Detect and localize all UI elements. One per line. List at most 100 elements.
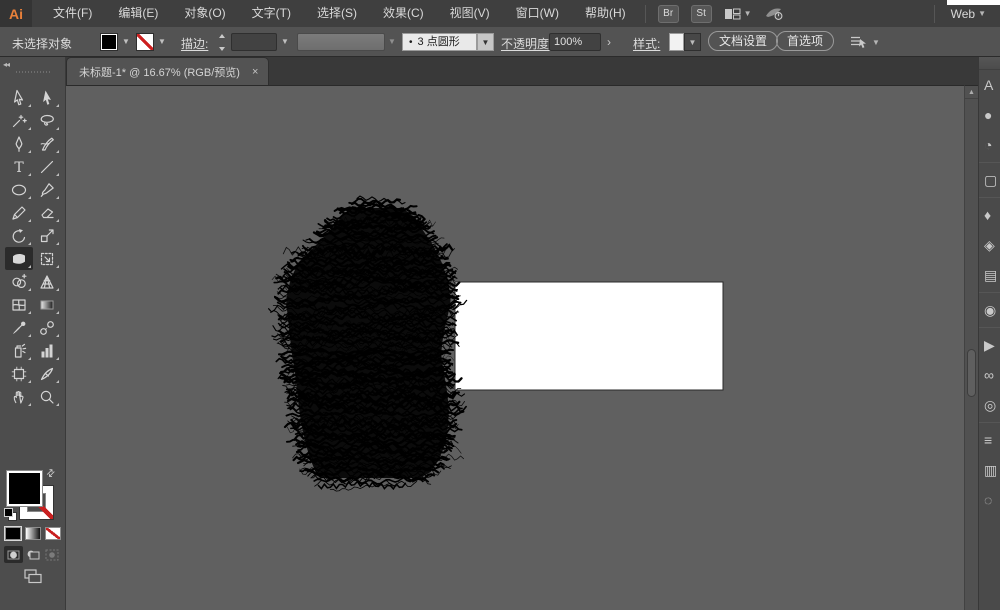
rectangle-object[interactable] bbox=[454, 281, 724, 391]
color-panel-icon[interactable]: ● bbox=[979, 100, 1000, 130]
selection-tool[interactable] bbox=[5, 86, 33, 109]
menu-item-5[interactable]: 选择(S) bbox=[304, 0, 370, 27]
none-button[interactable] bbox=[45, 527, 61, 540]
vertical-scrollbar[interactable]: ▲ bbox=[964, 85, 978, 610]
cloud-panel-icon[interactable]: ◌ bbox=[979, 485, 1000, 515]
width-tool[interactable] bbox=[5, 247, 33, 270]
stroke-color-swatch[interactable] bbox=[136, 33, 154, 51]
symbol-sprayer-tool[interactable] bbox=[5, 339, 33, 362]
menu-item-7[interactable]: 视图(V) bbox=[437, 0, 503, 27]
artboards-panel-icon[interactable]: ▢ bbox=[979, 165, 1000, 195]
opacity-field[interactable]: 100% bbox=[549, 33, 601, 51]
color-guide-panel-icon[interactable]: ◔ bbox=[979, 130, 1000, 160]
panel-drag-handle[interactable] bbox=[16, 71, 50, 73]
ellipse-tool[interactable] bbox=[5, 178, 33, 201]
draw-inside-mode-button[interactable] bbox=[42, 546, 61, 563]
type-tool[interactable]: T bbox=[5, 155, 33, 178]
preferences-button[interactable]: 首选项 bbox=[776, 31, 835, 51]
rotate-tool[interactable] bbox=[5, 224, 33, 247]
width-scribble-object[interactable] bbox=[268, 195, 468, 492]
mesh-tool[interactable] bbox=[5, 293, 33, 316]
swatches-panel-icon[interactable]: ▤ bbox=[979, 260, 1000, 290]
panel-dock-header[interactable] bbox=[979, 57, 1000, 70]
menu-item-4[interactable]: 文字(T) bbox=[239, 0, 304, 27]
tab-close-icon[interactable]: × bbox=[252, 66, 258, 78]
slice-tool[interactable] bbox=[33, 362, 61, 385]
brush-combo-chevron-icon[interactable]: ▼ bbox=[477, 33, 494, 51]
stroke-width-chevron-icon[interactable]: ▼ bbox=[281, 37, 289, 46]
opacity-label[interactable]: 不透明度: bbox=[501, 35, 552, 52]
stroke-width-stepper[interactable] bbox=[217, 34, 227, 51]
style-chevron-icon[interactable]: ▼ bbox=[684, 33, 701, 51]
swap-fill-stroke-icon[interactable]: ⇄ bbox=[44, 467, 58, 481]
screen-mode-button[interactable] bbox=[21, 568, 45, 585]
scroll-up-arrow-icon[interactable]: ▲ bbox=[965, 86, 978, 99]
style-label[interactable]: 样式: bbox=[633, 35, 660, 52]
blend-tool[interactable] bbox=[33, 316, 61, 339]
stroke-width-field[interactable] bbox=[231, 33, 277, 51]
eraser-tool[interactable] bbox=[33, 201, 61, 224]
default-fill-stroke-icon[interactable] bbox=[4, 508, 17, 521]
artwork-layer[interactable] bbox=[66, 86, 964, 610]
character-panel-icon[interactable]: ▥ bbox=[979, 455, 1000, 485]
menu-item-1[interactable]: 文件(F) bbox=[40, 0, 105, 27]
navigator-panel-icon[interactable]: ◎ bbox=[979, 390, 1000, 420]
column-graph-tool[interactable] bbox=[33, 339, 61, 362]
pen-tool[interactable] bbox=[5, 132, 33, 155]
alignment-options-button[interactable]: ▼ bbox=[849, 34, 880, 50]
width-profile-preview[interactable] bbox=[297, 33, 385, 51]
document-tab[interactable]: 未标题-1* @ 16.67% (RGB/预览) × bbox=[66, 57, 270, 85]
document-setup-button[interactable]: 文档设置 bbox=[708, 31, 779, 51]
scale-tool[interactable] bbox=[33, 224, 61, 247]
collapse-panel-icon[interactable]: ◂◂ bbox=[3, 60, 10, 69]
draw-behind-mode-button[interactable] bbox=[23, 546, 42, 563]
artboard-tool[interactable] bbox=[5, 362, 33, 385]
color-button[interactable] bbox=[5, 527, 21, 540]
brush-definition-combo[interactable]: • 3 点圆形 bbox=[402, 33, 477, 51]
menu-item-3[interactable]: 对象(O) bbox=[171, 0, 238, 27]
gradient-button[interactable] bbox=[25, 527, 41, 540]
stroke-weight-label[interactable]: 描边: bbox=[181, 35, 208, 52]
symbols-panel-icon[interactable]: ◈ bbox=[979, 230, 1000, 260]
magic-wand-tool[interactable] bbox=[5, 109, 33, 132]
cs-live-button[interactable] bbox=[764, 6, 784, 21]
fill-chevron-icon[interactable]: ▼ bbox=[122, 37, 130, 46]
fill-swatch[interactable] bbox=[6, 470, 43, 507]
workspace-switcher[interactable]: Web ▼ bbox=[951, 7, 986, 21]
brushes-panel-icon[interactable]: ♦ bbox=[979, 200, 1000, 230]
canvas[interactable] bbox=[66, 85, 964, 610]
style-swatch[interactable] bbox=[669, 33, 684, 51]
links-panel-icon[interactable]: ∞ bbox=[979, 360, 1000, 390]
menu-item-2[interactable]: 编辑(E) bbox=[105, 0, 171, 27]
scrollbar-thumb[interactable] bbox=[967, 349, 976, 397]
perspective-grid-tool[interactable] bbox=[33, 270, 61, 293]
menu-item-6[interactable]: 效果(C) bbox=[370, 0, 437, 27]
arrange-documents-button[interactable]: ▼ bbox=[724, 7, 752, 21]
graphic-styles-panel-icon[interactable]: ◉ bbox=[979, 295, 1000, 325]
zoom-tool[interactable] bbox=[33, 385, 61, 408]
gradient-tool[interactable] bbox=[33, 293, 61, 316]
bridge-button[interactable]: Br bbox=[657, 4, 679, 23]
lasso-tool[interactable] bbox=[33, 109, 61, 132]
free-transform-tool[interactable] bbox=[33, 247, 61, 270]
direct-selection-tool[interactable] bbox=[33, 86, 61, 109]
pencil-tool[interactable] bbox=[5, 201, 33, 224]
menu-item-8[interactable]: 窗口(W) bbox=[503, 0, 572, 27]
tools-panel-header[interactable]: ◂◂ bbox=[0, 57, 65, 85]
draw-normal-mode-button[interactable] bbox=[4, 546, 23, 563]
shape-builder-tool[interactable] bbox=[5, 270, 33, 293]
blob-brush-tool[interactable] bbox=[33, 132, 61, 155]
paintbrush-tool[interactable] bbox=[33, 178, 61, 201]
width-profile-chevron-icon[interactable]: ▼ bbox=[388, 37, 396, 46]
appearance-panel-icon[interactable]: A bbox=[979, 70, 1000, 100]
fill-color-swatch[interactable] bbox=[100, 33, 118, 51]
menu-item-9[interactable]: 帮助(H) bbox=[572, 0, 639, 27]
actions-panel-icon[interactable]: ▶ bbox=[979, 330, 1000, 360]
paragraph-panel-icon[interactable]: ≡ bbox=[979, 425, 1000, 455]
stock-button[interactable]: St bbox=[690, 4, 712, 23]
hand-tool[interactable] bbox=[5, 385, 33, 408]
stroke-chevron-icon[interactable]: ▼ bbox=[158, 37, 166, 46]
opacity-flyout-arrow[interactable]: › bbox=[607, 35, 611, 49]
line-segment-tool[interactable] bbox=[33, 155, 61, 178]
eyedropper-tool[interactable] bbox=[5, 316, 33, 339]
